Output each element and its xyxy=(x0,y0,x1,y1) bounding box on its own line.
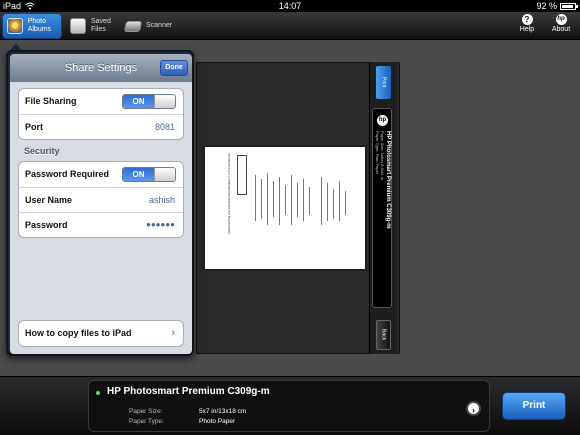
paper-type-value: Photo Paper xyxy=(199,418,236,425)
help-label: Help xyxy=(519,26,535,33)
about-button[interactable]: hp About xyxy=(548,14,574,38)
preview-printer-info: hp HP Photosmart Premium C309g-m Paper S… xyxy=(372,108,392,308)
preview-printer-lines: HP Photosmart Premium C309g-m Paper Size… xyxy=(375,131,391,305)
file-sharing-toggle[interactable]: ON xyxy=(122,94,176,109)
help-group: How to copy files to iPad › xyxy=(18,320,184,347)
bottom-bar: HP Photosmart Premium C309g-m Paper Size… xyxy=(0,376,580,435)
status-time: 14:07 xyxy=(278,1,302,11)
tab-scanner[interactable]: Scanner xyxy=(121,13,181,39)
copy-files-help-label: How to copy files to iPad xyxy=(25,328,132,338)
help-button[interactable]: ? Help xyxy=(514,14,540,38)
battery-icon xyxy=(560,2,578,10)
preview-page-lines xyxy=(251,155,351,255)
preview-page-text: Implementing and Administering Windows 7… xyxy=(227,153,231,234)
tab-saved-files[interactable]: Saved Files xyxy=(66,13,116,39)
username-row[interactable]: User Name ashish xyxy=(19,187,183,212)
paper-size-value: 5x7 in/13x18 cm xyxy=(199,408,247,415)
paper-size-label: Paper Size: xyxy=(129,408,163,415)
username-value: ashish xyxy=(148,195,175,205)
port-label: Port xyxy=(25,122,43,132)
share-settings-popover: Share Settings Done File Sharing ON Port… xyxy=(6,50,194,356)
paper-type-label: Paper Type: xyxy=(129,418,164,425)
password-required-toggle[interactable]: ON xyxy=(122,167,176,182)
chevron-right-circle-icon[interactable]: › xyxy=(466,401,481,416)
tab-saved-files-label: Saved Files xyxy=(91,18,111,33)
popover-body: File Sharing ON Port 8081 Security Passw… xyxy=(10,82,192,354)
preview-paper-type: Paper Type: Plain Paper xyxy=(375,131,380,175)
status-right: 92 % xyxy=(536,0,578,12)
chevron-right-icon: › xyxy=(171,327,175,339)
preview-back-button[interactable]: Back xyxy=(376,320,391,350)
preview-printer-name: HP Photosmart Premium C309g-m xyxy=(385,131,391,229)
printer-status-dot xyxy=(96,391,100,395)
password-label: Password xyxy=(25,220,68,230)
photo-albums-icon xyxy=(7,18,23,34)
battery-fill xyxy=(562,4,574,8)
hp-logo-icon: hp xyxy=(555,14,567,25)
tab-scanner-label: Scanner xyxy=(146,22,173,29)
app-root: iPad 14:07 92 % Photo Albums Saved Files… xyxy=(0,0,580,435)
file-sharing-label: File Sharing xyxy=(25,96,77,106)
preview-document-thumbnail[interactable]: Implementing and Administering Windows 7… xyxy=(205,147,365,269)
password-required-toggle-value: ON xyxy=(123,168,154,181)
password-value: ●●●●●● xyxy=(146,220,175,229)
port-row[interactable]: Port 8081 xyxy=(19,114,183,139)
file-sharing-toggle-value: ON xyxy=(123,95,154,108)
copy-files-help-row[interactable]: How to copy files to iPad › xyxy=(19,321,183,346)
status-bar: iPad 14:07 92 % xyxy=(0,0,580,12)
tab-photo-albums-label: Photo Albums xyxy=(27,18,52,33)
hp-logo-small-icon: hp xyxy=(377,115,388,126)
port-value: 8081 xyxy=(154,122,175,132)
top-toolbar: Photo Albums Saved Files Scanner ? Help … xyxy=(0,12,580,40)
username-label: User Name xyxy=(25,195,73,205)
password-row[interactable]: Password ●●●●●● xyxy=(19,212,183,237)
security-section-header: Security xyxy=(24,146,60,156)
about-label: About xyxy=(551,26,571,33)
battery-percent: 92 % xyxy=(536,1,557,11)
preview-print-button[interactable]: Print xyxy=(376,66,391,99)
done-button[interactable]: Done xyxy=(160,60,188,76)
printer-selector[interactable]: HP Photosmart Premium C309g-m Paper Size… xyxy=(88,380,490,432)
help-icon: ? xyxy=(521,14,533,25)
password-required-row: Password Required ON xyxy=(19,162,183,187)
sharing-group: File Sharing ON Port 8081 xyxy=(18,88,184,140)
preview-print-label: Print xyxy=(380,77,387,88)
saved-files-icon xyxy=(70,18,86,34)
toggle-knob xyxy=(154,95,175,108)
scanner-icon xyxy=(123,20,143,32)
printer-name: HP Photosmart Premium C309g-m xyxy=(107,386,270,397)
popover-navbar: Share Settings Done xyxy=(10,54,192,82)
preview-back-label: Back xyxy=(380,329,387,341)
security-group: Password Required ON User Name ashish Pa… xyxy=(18,161,184,238)
file-sharing-row: File Sharing ON xyxy=(19,89,183,114)
preview-page-box xyxy=(237,155,247,195)
tab-photo-albums[interactable]: Photo Albums xyxy=(2,13,62,39)
toggle-knob xyxy=(154,168,175,181)
password-required-label: Password Required xyxy=(25,169,110,179)
print-button[interactable]: Print xyxy=(502,392,566,420)
